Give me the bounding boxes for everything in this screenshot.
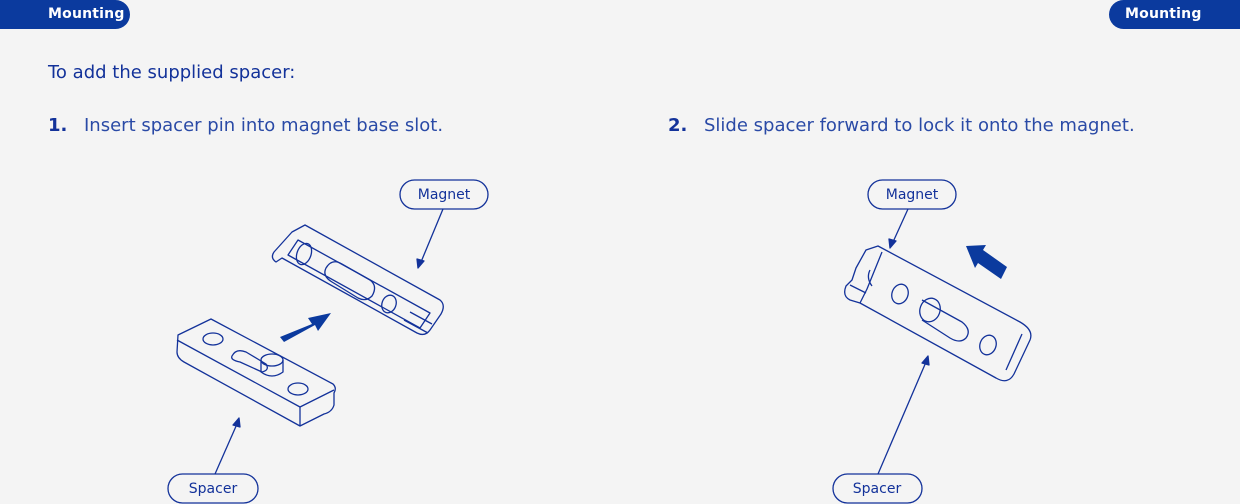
magnet-callout-1-leader — [420, 208, 444, 263]
spacer-callout-1-leader — [214, 423, 238, 475]
insert-arrow-icon — [280, 313, 331, 342]
magnet-callout-2-leader — [892, 208, 909, 243]
spacer-part-1 — [176, 318, 336, 427]
magnet-label-1: Magnet — [418, 187, 471, 203]
magnet-callout-2-arrowhead — [888, 238, 897, 249]
spacer-callout-2-leader — [877, 361, 927, 475]
spacer-label-1: Spacer — [189, 481, 238, 497]
illustrations: Magnet Spacer Magnet Spacer — [167, 179, 1032, 504]
magnet-label-2: Magnet — [886, 187, 939, 203]
spacer-callout-1-arrowhead — [232, 417, 241, 428]
spacer-label-2: Spacer — [853, 481, 902, 497]
illustration-step-1 — [167, 179, 489, 504]
slide-arrow-icon — [966, 245, 1007, 279]
magnet-callout-1-arrowhead — [416, 258, 425, 269]
magnet-part-1 — [271, 224, 444, 336]
illustration-step-2 — [832, 179, 1032, 504]
spacer-callout-2-arrowhead — [921, 355, 930, 366]
